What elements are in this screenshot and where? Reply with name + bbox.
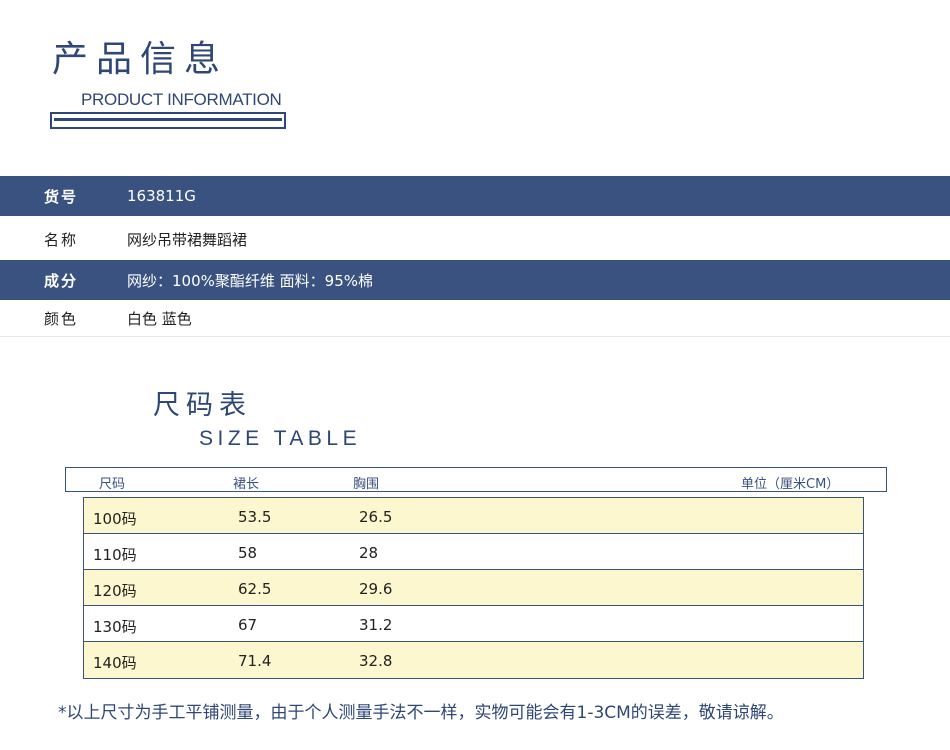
- cell-bust: 26.5: [359, 508, 393, 526]
- cell-size: 100码: [93, 510, 137, 528]
- cell-size: 110码: [93, 546, 137, 564]
- size-table-body: 100码 53.5 26.5 110码 58 28 120码 62.5 29.6…: [83, 497, 864, 679]
- cell-length: 62.5: [238, 580, 272, 598]
- table-row: 130码 67 31.2: [84, 606, 863, 642]
- cell-length: 67: [238, 616, 258, 634]
- cell-length: 71.4: [238, 652, 272, 670]
- info-value: 网纱：100%聚酯纤维 面料：95%棉: [127, 271, 373, 290]
- table-row: 100码 53.5 26.5: [84, 498, 863, 534]
- title-underline-decoration: [50, 112, 286, 129]
- cell-length: 53.5: [238, 508, 272, 526]
- measurement-footnote: *以上尺寸为手工平铺测量，由于个人测量手法不一样，实物可能会有1-3CM的误差，…: [58, 703, 784, 723]
- info-row-color: 颜色 白色 蓝色: [0, 301, 950, 337]
- size-table-header: 尺码 裙长 胸围 单位（厘米CM）: [65, 467, 887, 492]
- unit-label: 单位（厘米CM）: [741, 477, 840, 492]
- cell-bust: 29.6: [359, 580, 393, 598]
- section-title-en: PRODUCT INFORMATION: [81, 90, 282, 109]
- info-value: 163811G: [127, 187, 196, 205]
- cell-bust: 28: [359, 544, 379, 562]
- table-row: 110码 58 28: [84, 534, 863, 570]
- cell-size: 120码: [93, 582, 137, 600]
- info-value: 网纱吊带裙舞蹈裙: [127, 230, 248, 249]
- info-row-item-number: 货号 163811G: [0, 176, 950, 216]
- column-header-size: 尺码: [99, 477, 126, 492]
- info-label: 成分: [44, 271, 79, 290]
- cell-bust: 31.2: [359, 616, 393, 634]
- info-label: 名称: [44, 230, 79, 249]
- cell-length: 58: [238, 544, 258, 562]
- section-title-cn: 产品信息: [52, 39, 229, 80]
- size-table-title-en: SIZE TABLE: [199, 427, 362, 450]
- info-row-composition: 成分 网纱：100%聚酯纤维 面料：95%棉: [0, 260, 950, 300]
- column-header-bust: 胸围: [353, 477, 380, 492]
- table-row: 140码 71.4 32.8: [84, 642, 863, 678]
- table-row: 120码 62.5 29.6: [84, 570, 863, 606]
- info-row-name: 名称 网纱吊带裙舞蹈裙: [0, 218, 950, 261]
- column-header-length: 裙长: [233, 477, 260, 492]
- info-label: 货号: [44, 187, 79, 206]
- size-table-title-cn: 尺码表: [153, 390, 252, 421]
- cell-size: 140码: [93, 654, 137, 672]
- cell-size: 130码: [93, 618, 137, 636]
- info-label: 颜色: [44, 310, 79, 328]
- cell-bust: 32.8: [359, 652, 393, 670]
- info-value: 白色 蓝色: [127, 310, 192, 328]
